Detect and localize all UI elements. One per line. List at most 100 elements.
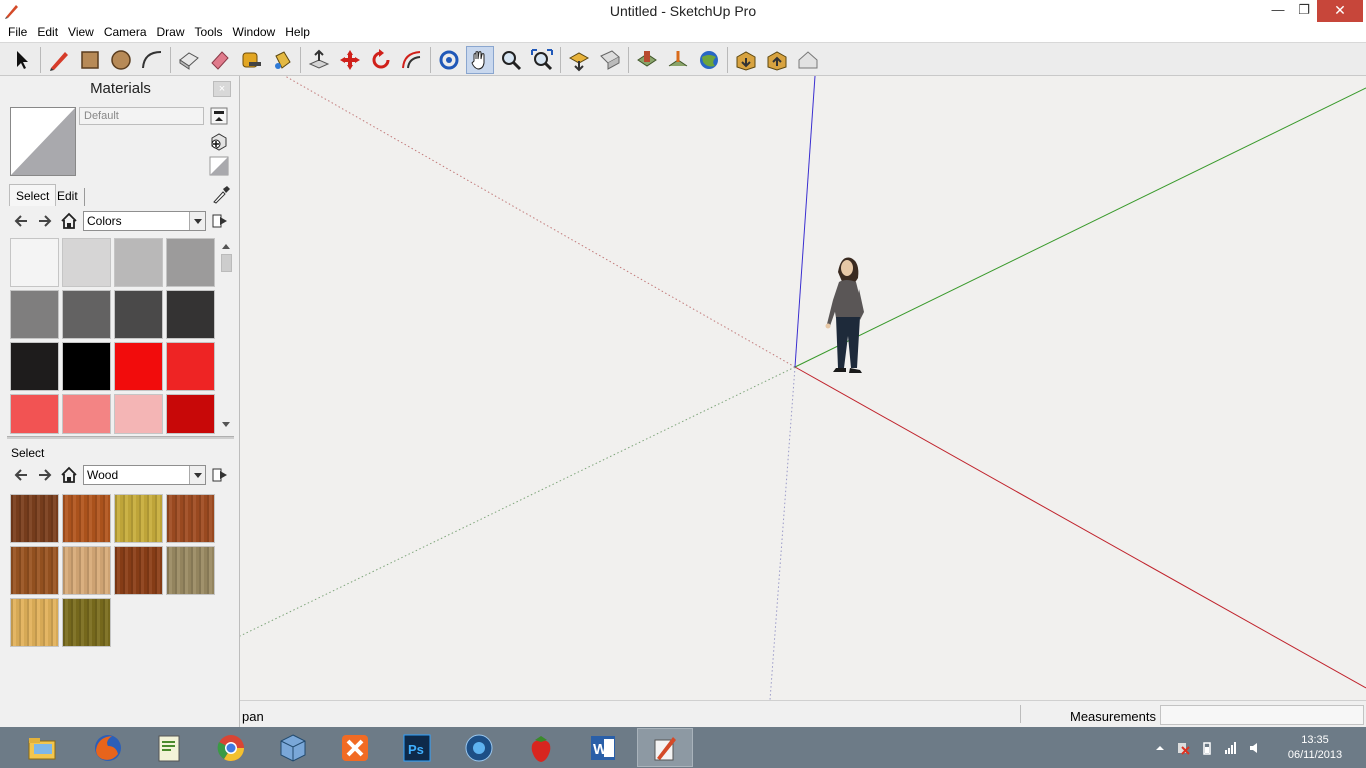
offset-tool-icon[interactable]: [398, 46, 426, 74]
taskbar-chrome[interactable]: [203, 728, 259, 767]
library-select-top[interactable]: Colors: [83, 211, 206, 231]
tab-select[interactable]: Select: [9, 184, 57, 206]
taskbar-photoshop[interactable]: Ps: [389, 728, 445, 767]
chevron-down-icon[interactable]: [189, 212, 205, 230]
scene-canvas[interactable]: [240, 76, 1366, 700]
close-button[interactable]: ✕: [1317, 0, 1363, 22]
color-swatch[interactable]: [114, 394, 163, 434]
get-models-warehouse-tool-icon[interactable]: [732, 46, 760, 74]
taskbar-virtualbox[interactable]: [265, 728, 321, 767]
pencil-line-tool-icon[interactable]: [45, 46, 73, 74]
eraser-tool-icon[interactable]: [206, 46, 234, 74]
zoom-tool-icon[interactable]: [497, 46, 525, 74]
color-swatch[interactable]: [114, 290, 163, 339]
taskbar-xampp[interactable]: [327, 728, 383, 767]
color-swatch[interactable]: [10, 290, 59, 339]
show-hidden-icons-icon[interactable]: [1153, 741, 1167, 755]
sample-paint-eyedropper-icon[interactable]: [211, 184, 231, 204]
power-icon[interactable]: [1200, 741, 1214, 755]
menu-window[interactable]: Window: [228, 22, 281, 42]
home-icon[interactable]: [60, 212, 78, 230]
arc-tool-icon[interactable]: [138, 46, 166, 74]
taskbar-strawberry[interactable]: [513, 728, 569, 767]
color-swatch[interactable]: [10, 342, 59, 391]
add-location-tool-icon[interactable]: [633, 46, 661, 74]
circle-tool-icon[interactable]: [107, 46, 135, 74]
color-swatch[interactable]: [10, 238, 59, 287]
move-tool-icon[interactable]: [336, 46, 364, 74]
color-swatch[interactable]: [166, 238, 215, 287]
rectangle-tool-icon[interactable]: [76, 46, 104, 74]
volume-icon[interactable]: [1248, 741, 1262, 755]
share-model-tool-icon[interactable]: [596, 46, 624, 74]
network-icon[interactable]: [1224, 741, 1238, 755]
wood-swatch[interactable]: [166, 546, 215, 595]
menu-file[interactable]: File: [3, 22, 32, 42]
color-swatch[interactable]: [166, 290, 215, 339]
extension-warehouse-tool-icon[interactable]: [794, 46, 822, 74]
wood-swatch[interactable]: [166, 494, 215, 543]
zoom-extents-tool-icon[interactable]: [528, 46, 556, 74]
push-pull-tool-icon[interactable]: [305, 46, 333, 74]
color-swatch[interactable]: [10, 394, 59, 434]
library-select-bottom[interactable]: Wood: [83, 465, 206, 485]
action-center-icon[interactable]: [1176, 741, 1190, 755]
scroll-up-icon[interactable]: [219, 240, 233, 254]
home-icon[interactable]: [60, 466, 78, 484]
menu-help[interactable]: Help: [280, 22, 315, 42]
taskbar-sketchup[interactable]: [637, 728, 693, 767]
wood-swatch[interactable]: [62, 546, 111, 595]
menu-edit[interactable]: Edit: [32, 22, 63, 42]
scroll-thumb[interactable]: [221, 254, 232, 272]
color-swatch[interactable]: [62, 290, 111, 339]
swatch-scrollbar[interactable]: [219, 238, 233, 432]
color-swatch[interactable]: [114, 342, 163, 391]
color-swatch[interactable]: [62, 394, 111, 434]
color-swatch[interactable]: [166, 342, 215, 391]
get-models-tool-icon[interactable]: [565, 46, 593, 74]
taskbar-file-explorer[interactable]: [14, 728, 70, 767]
wood-swatch[interactable]: [10, 598, 59, 647]
default-material-icon[interactable]: [209, 156, 229, 176]
tab-edit[interactable]: Edit: [51, 188, 85, 206]
details-arrow-icon[interactable]: [211, 466, 229, 484]
color-swatch[interactable]: [62, 238, 111, 287]
materials-close-button[interactable]: ×: [213, 81, 231, 97]
wood-swatch[interactable]: [114, 494, 163, 543]
wood-swatch[interactable]: [62, 598, 111, 647]
system-clock[interactable]: 13:35 06/11/2013: [1280, 733, 1350, 763]
taskbar-firefox[interactable]: [80, 728, 136, 767]
human-figure-component[interactable]: [825, 257, 865, 373]
menu-draw[interactable]: Draw: [152, 22, 190, 42]
forward-arrow-icon[interactable]: [36, 212, 54, 230]
minimize-button[interactable]: —: [1265, 0, 1291, 22]
paint-bucket-tool-icon[interactable]: [268, 46, 296, 74]
scroll-down-icon[interactable]: [219, 418, 233, 432]
taskbar-media-center[interactable]: [451, 728, 507, 767]
measurements-input[interactable]: [1160, 705, 1364, 725]
drawing-viewport[interactable]: [240, 76, 1366, 700]
details-arrow-icon[interactable]: [211, 212, 229, 230]
wood-swatch[interactable]: [10, 546, 59, 595]
toggle-terrain-tool-icon[interactable]: [664, 46, 692, 74]
rotate-tool-icon[interactable]: [367, 46, 395, 74]
back-arrow-icon[interactable]: [12, 466, 30, 484]
color-swatch[interactable]: [166, 394, 215, 434]
create-material-icon[interactable]: [209, 131, 229, 151]
pane-divider[interactable]: [7, 436, 234, 439]
share-component-tool-icon[interactable]: [763, 46, 791, 74]
select-tool-icon[interactable]: [8, 46, 36, 74]
wood-swatch[interactable]: [10, 494, 59, 543]
maximize-button[interactable]: ❐: [1291, 0, 1317, 22]
orbit-tool-icon[interactable]: [435, 46, 463, 74]
display-secondary-pane-icon[interactable]: [209, 106, 229, 126]
color-swatch[interactable]: [62, 342, 111, 391]
menu-view[interactable]: View: [63, 22, 99, 42]
pan-tool-icon[interactable]: [466, 46, 494, 74]
wood-swatch[interactable]: [114, 546, 163, 595]
menu-camera[interactable]: Camera: [99, 22, 152, 42]
menu-tools[interactable]: Tools: [190, 22, 228, 42]
tape-measure-tool-icon[interactable]: [237, 46, 265, 74]
chevron-down-icon[interactable]: [189, 466, 205, 484]
material-name-field[interactable]: Default: [79, 107, 204, 125]
